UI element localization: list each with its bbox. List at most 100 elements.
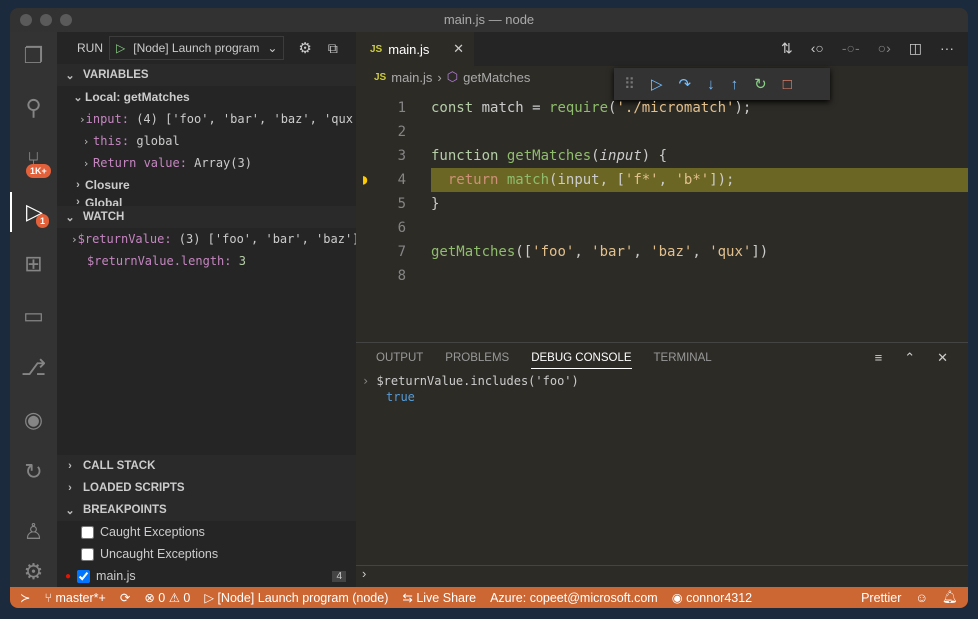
- step-into-icon[interactable]: ↓: [707, 76, 715, 93]
- account-icon[interactable]: ♙: [10, 512, 57, 552]
- breakpoints-header[interactable]: ⌄ BREAKPOINTS: [57, 499, 356, 521]
- remote-icon[interactable]: ≻: [20, 590, 30, 605]
- start-debug-icon[interactable]: ▷: [116, 41, 125, 55]
- notifications-icon[interactable]: 🔔︎: [942, 590, 958, 605]
- warning-count: 0: [183, 591, 191, 605]
- watch-header[interactable]: ⌄ WATCH: [57, 206, 356, 228]
- loaded-scripts-header[interactable]: › LOADED SCRIPTS: [57, 477, 356, 499]
- variable-item[interactable]: › input: (4) ['foo', 'bar', 'baz', 'qux']: [57, 108, 356, 130]
- debug-icon[interactable]: ▷ 1: [10, 192, 57, 232]
- tab-problems[interactable]: PROBLEMS: [445, 352, 509, 364]
- remote-explorer-icon[interactable]: ▭: [10, 296, 57, 336]
- close-window[interactable]: [20, 14, 32, 26]
- scope-label: Global: [85, 196, 123, 206]
- settings-gear-icon[interactable]: ⚙: [10, 552, 57, 592]
- breakpoint-checkbox[interactable]: [77, 569, 91, 583]
- drag-handle-icon[interactable]: ⠿: [624, 75, 635, 93]
- github-user: connor4312: [686, 591, 753, 605]
- restart-icon[interactable]: ↻: [754, 75, 767, 93]
- tab-debug-console[interactable]: DEBUG CONSOLE: [531, 352, 632, 369]
- branch-item[interactable]: ⑂ master*+: [44, 591, 105, 605]
- live-share-item[interactable]: ⇆ Live Share: [402, 590, 476, 605]
- tab-output[interactable]: OUTPUT: [376, 352, 423, 364]
- scm-badge: 1K+: [26, 164, 51, 178]
- code-editor[interactable]: 1 const match = require('./micromatch'); …: [356, 96, 968, 288]
- section-title: VARIABLES: [83, 69, 149, 81]
- activity-bar: ❐ ⚲ ⑂ 1K+ ▷ 1 ⊞ ▭ ⎇ ◉ ↻ ♙ ⚙: [10, 32, 57, 587]
- chevron-down-icon: ⌄: [267, 41, 278, 55]
- window-controls[interactable]: [20, 14, 72, 26]
- gear-icon[interactable]: ⚙: [298, 39, 311, 57]
- scope-global[interactable]: › Global: [57, 196, 356, 206]
- chevron-right-icon: ›: [68, 482, 72, 494]
- close-icon[interactable]: ✕: [453, 41, 464, 57]
- call-stack-header[interactable]: › CALL STACK: [57, 455, 356, 477]
- next-change-icon[interactable]: ○›: [878, 40, 891, 57]
- editor-area: JS main.js ✕ ⇅ ‹○ -○- ○› ◫ ··· JS main.js › ⬡ getMa…: [356, 32, 968, 587]
- tab-label: main.js: [388, 41, 430, 57]
- branch-label: master*+: [55, 590, 106, 605]
- pull-requests-icon[interactable]: ⎇: [10, 348, 57, 388]
- watch-item[interactable]: › $returnValue: (3) ['foo', 'bar', 'baz']: [57, 228, 356, 250]
- more-actions-icon[interactable]: ···: [940, 40, 954, 57]
- step-out-icon[interactable]: ↑: [731, 76, 739, 93]
- variable-item[interactable]: › this: global: [57, 130, 356, 152]
- breadcrumb-symbol[interactable]: getMatches: [463, 70, 530, 85]
- panel-tabs: OUTPUT PROBLEMS DEBUG CONSOLE TERMINAL ≡…: [356, 343, 968, 373]
- breakpoint-item[interactable]: Uncaught Exceptions: [57, 543, 356, 565]
- launch-config-select[interactable]: ▷ [Node] Launch program ⌄: [109, 36, 285, 60]
- github-icon[interactable]: ◉: [10, 400, 57, 440]
- commit-icon[interactable]: -○-: [842, 40, 860, 57]
- breakpoint-label: Caught Exceptions: [100, 525, 205, 539]
- chevron-down-icon: ⌄: [73, 91, 83, 104]
- compare-changes-icon[interactable]: ⇅: [781, 40, 793, 57]
- zoom-window[interactable]: [60, 14, 72, 26]
- step-over-icon[interactable]: ↷: [679, 75, 692, 93]
- chevron-down-icon: ⌄: [65, 211, 75, 224]
- variable-item[interactable]: › Return value: Array(3): [57, 152, 356, 174]
- console-input[interactable]: ›: [356, 565, 968, 587]
- tab-terminal[interactable]: TERMINAL: [654, 352, 712, 364]
- line-number: 5: [397, 196, 406, 212]
- live-share-icon[interactable]: ↻: [10, 452, 57, 492]
- breakpoint-item[interactable]: Caught Exceptions: [57, 521, 356, 543]
- chevron-right-icon: ›: [82, 156, 90, 170]
- continue-icon[interactable]: ▷: [651, 75, 663, 93]
- azure-account[interactable]: Azure: copeet@microsoft.com: [490, 591, 658, 605]
- previous-change-icon[interactable]: ‹○: [811, 40, 824, 57]
- stop-icon[interactable]: □: [783, 76, 792, 93]
- vscode-window: main.js — node ❐ ⚲ ⑂ 1K+ ▷ 1 ⊞ ▭ ⎇ ◉ ↻ ♙ ⚙…: [10, 8, 968, 608]
- breakpoint-item[interactable]: ● main.js 4: [57, 565, 356, 587]
- problems-item[interactable]: ⊗ 0 ⚠ 0: [144, 590, 190, 605]
- scope-local[interactable]: ⌄ Local: getMatches: [57, 86, 356, 108]
- tab-main-js[interactable]: JS main.js ✕: [356, 32, 474, 66]
- explorer-icon[interactable]: ❐: [10, 36, 57, 76]
- scope-closure[interactable]: › Closure: [57, 174, 356, 196]
- console-result: true: [386, 390, 415, 404]
- maximize-panel-icon[interactable]: ⌃: [904, 350, 915, 366]
- extensions-icon[interactable]: ⊞: [10, 244, 57, 284]
- var-name: input: [85, 112, 122, 126]
- breakpoint-checkbox[interactable]: [81, 547, 94, 561]
- close-panel-icon[interactable]: ✕: [937, 350, 948, 366]
- split-editor-icon[interactable]: ◫: [909, 40, 922, 57]
- feedback-icon[interactable]: ☺: [915, 591, 928, 605]
- variables-header[interactable]: ⌄ VARIABLES: [57, 64, 356, 86]
- minimize-window[interactable]: [40, 14, 52, 26]
- sync-icon[interactable]: ⟳: [120, 590, 130, 605]
- watch-name: $returnValue.length: [87, 254, 225, 268]
- source-control-icon[interactable]: ⑂ 1K+: [10, 140, 57, 180]
- github-item[interactable]: ◉ connor4312: [672, 590, 752, 605]
- launch-item[interactable]: ▷ [Node] Launch program (node): [204, 590, 388, 605]
- debug-console-icon[interactable]: ⧉: [328, 40, 338, 57]
- breakpoint-checkbox[interactable]: [81, 525, 94, 539]
- section-title: WATCH: [83, 211, 125, 223]
- var-name: this: [93, 134, 122, 148]
- breadcrumb-file[interactable]: main.js: [391, 70, 432, 85]
- symbol-icon: ⬡: [446, 69, 459, 84]
- search-icon[interactable]: ⚲: [10, 88, 57, 128]
- clear-console-icon[interactable]: ≡: [875, 350, 883, 366]
- watch-item[interactable]: $returnValue.length: 3: [57, 250, 356, 272]
- prettier-item[interactable]: Prettier: [861, 591, 901, 605]
- watch-value: (3) ['foo', 'bar', 'baz']: [178, 232, 356, 246]
